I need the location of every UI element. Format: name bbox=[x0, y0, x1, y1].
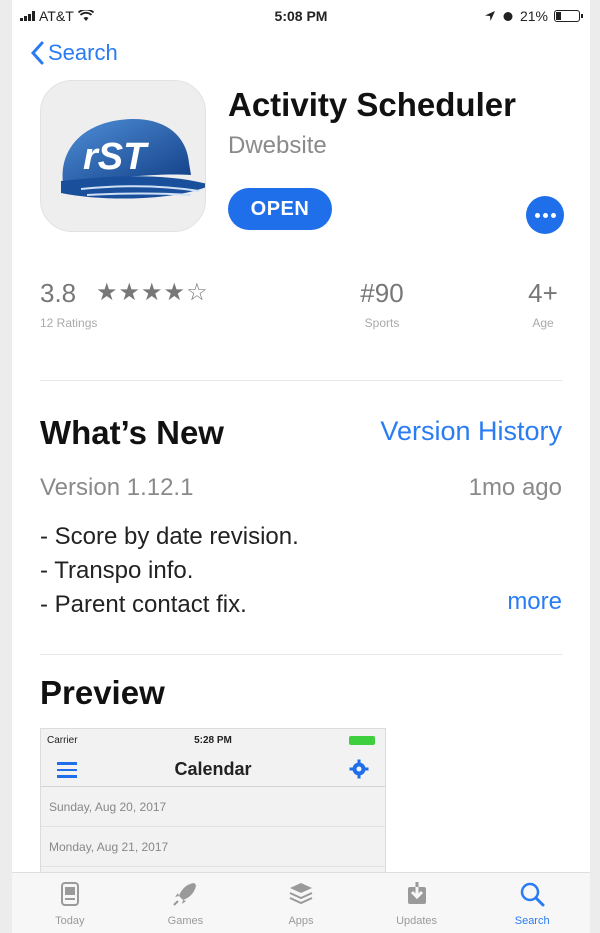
rating-value: 3.8 bbox=[40, 278, 77, 308]
alarm-icon bbox=[503, 12, 513, 21]
ratings-count: 12 Ratings bbox=[40, 316, 98, 330]
tab-games[interactable]: Games bbox=[128, 873, 244, 933]
back-button[interactable]: Search bbox=[30, 40, 118, 66]
divider bbox=[40, 380, 562, 381]
tab-label: Games bbox=[167, 915, 204, 927]
status-right: 21% bbox=[484, 8, 583, 24]
rocket-icon bbox=[173, 883, 197, 906]
app-icon: rST bbox=[40, 80, 206, 232]
app-title: Activity Scheduler bbox=[228, 86, 516, 123]
release-notes: - Score by date revision. - Transpo info… bbox=[40, 520, 299, 622]
ellipsis-icon bbox=[534, 212, 540, 218]
preview-status-bar: Carrier 5:28 PM bbox=[41, 729, 385, 751]
search-icon bbox=[520, 882, 545, 907]
tab-label: Today bbox=[55, 915, 85, 927]
developer-link[interactable]: Dwebsite bbox=[228, 132, 327, 160]
tab-label: Apps bbox=[288, 915, 314, 927]
release-note: - Score by date revision. bbox=[40, 523, 299, 550]
release-note: - Parent contact fix. bbox=[40, 591, 247, 618]
preview-battery-icon bbox=[349, 736, 375, 745]
rank-category: Sports bbox=[364, 316, 400, 330]
cap-logo-icon: rST bbox=[61, 118, 205, 199]
icon-text: rST bbox=[83, 136, 149, 178]
preview-nav-bar: Calendar bbox=[41, 751, 385, 787]
whats-new-title: What’s New bbox=[40, 414, 224, 451]
status-bar: AT&T 5:08 PM 21% bbox=[12, 0, 590, 30]
age-label: Age bbox=[532, 316, 554, 330]
version-number: Version 1.12.1 bbox=[40, 474, 194, 501]
tab-label: Updates bbox=[396, 915, 438, 927]
tab-label: Search bbox=[514, 915, 550, 927]
tab-updates[interactable]: Updates bbox=[359, 873, 475, 933]
app-store-screen: AT&T 5:08 PM 21% Search rST Activity Sch… bbox=[12, 0, 590, 933]
more-options-button[interactable] bbox=[526, 196, 564, 234]
layers-icon bbox=[289, 883, 313, 905]
rating-stars: ★★★★☆ bbox=[96, 279, 209, 306]
location-icon bbox=[484, 11, 495, 21]
preview-nav-title: Calendar bbox=[174, 759, 252, 779]
more-link[interactable]: more bbox=[507, 588, 562, 616]
release-note: - Transpo info. bbox=[40, 557, 194, 584]
tab-search[interactable]: Search bbox=[474, 873, 590, 933]
gear-icon bbox=[349, 759, 369, 779]
tab-apps[interactable]: Apps bbox=[243, 873, 359, 933]
tab-today[interactable]: Today bbox=[12, 873, 128, 933]
preview-time: 5:28 PM bbox=[194, 735, 232, 746]
download-icon bbox=[407, 882, 426, 904]
chevron-left-icon bbox=[30, 41, 44, 65]
divider bbox=[40, 654, 562, 655]
open-button[interactable]: OPEN bbox=[228, 188, 332, 230]
battery-percent: 21% bbox=[519, 8, 548, 24]
version-history-link[interactable]: Version History bbox=[380, 416, 562, 447]
preview-date-row: Monday, Aug 21, 2017 bbox=[41, 827, 385, 867]
age-rating: 4+ bbox=[528, 278, 558, 308]
battery-icon bbox=[554, 10, 583, 22]
today-icon bbox=[60, 882, 79, 906]
chart-rank: #90 bbox=[360, 278, 404, 308]
back-label: Search bbox=[48, 40, 118, 65]
preview-date-row: Sunday, Aug 20, 2017 bbox=[41, 787, 385, 827]
release-time: 1mo ago bbox=[468, 474, 562, 501]
preview-screenshot[interactable]: Carrier 5:28 PM Calendar Sunday, Aug 20,… bbox=[40, 728, 386, 878]
preview-title: Preview bbox=[40, 674, 165, 711]
tab-bar: Today Games Apps Updates Search bbox=[12, 872, 590, 933]
